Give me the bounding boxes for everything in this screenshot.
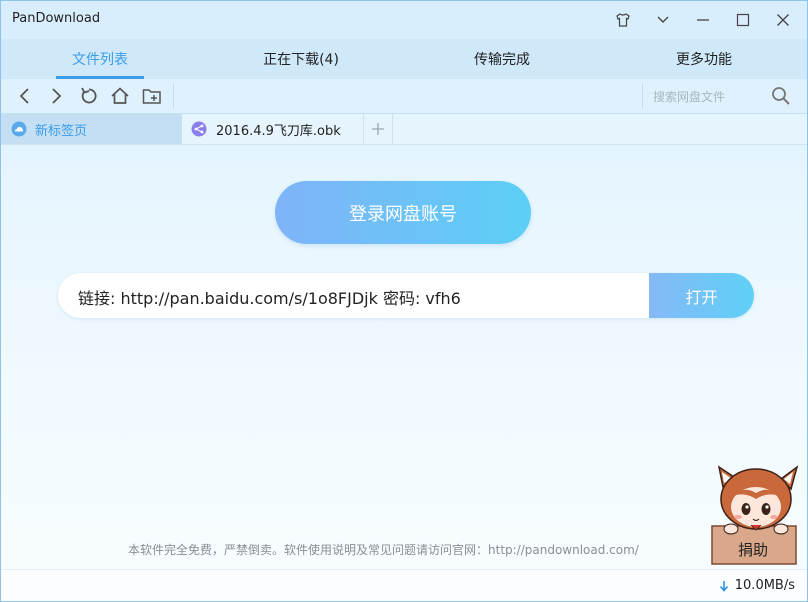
tab-downloading[interactable]: 正在下载(4): [251, 39, 351, 79]
back-arrow-icon[interactable]: [13, 85, 37, 107]
home-icon[interactable]: [108, 85, 132, 107]
minimize-icon[interactable]: [689, 7, 717, 33]
title-bar: PanDownload: [1, 1, 807, 39]
tab-divider: [392, 114, 393, 144]
search-input[interactable]: [651, 85, 765, 109]
page-tab-bar: 新标签页 2016.4.9飞刀库.obk: [1, 114, 807, 145]
share-link-input[interactable]: [76, 273, 650, 318]
page-tab-label: 新标签页: [35, 123, 88, 139]
cloud-icon: [11, 121, 27, 137]
app-window: PanDownload 文件列表 正在下载(4) 传输完成 更多功能 搜索网盘文…: [0, 0, 808, 602]
share-icon: [191, 121, 207, 137]
login-button[interactable]: 登录网盘账号: [275, 181, 531, 244]
tab-file-list[interactable]: 文件列表: [56, 39, 144, 79]
forward-arrow-icon[interactable]: [44, 85, 68, 107]
chevron-down-icon[interactable]: [649, 7, 677, 33]
donate-button[interactable]: 捐助: [712, 534, 794, 566]
plus-icon: [372, 123, 384, 135]
refresh-icon[interactable]: [77, 85, 101, 107]
page-tab-file[interactable]: 2016.4.9飞刀库.obk: [183, 114, 363, 144]
tab-more-features[interactable]: 更多功能: [659, 39, 749, 79]
download-arrow-icon: [719, 580, 728, 592]
maximize-icon[interactable]: [729, 7, 757, 33]
page-tab-new[interactable]: 新标签页: [1, 114, 182, 144]
open-button[interactable]: 打开: [649, 273, 754, 318]
search-icon[interactable]: [771, 86, 793, 108]
footer-notice: 本软件完全免费，严禁倒卖。软件使用说明及常见问题请访问官网：http://pan…: [128, 543, 639, 557]
speed-value: 10.0MB/s: [734, 578, 795, 593]
status-bar: 10.0MB/s: [1, 569, 807, 601]
toolbar-divider: [642, 83, 643, 109]
tab-divider: [363, 114, 364, 144]
toolbar-divider: [173, 83, 174, 109]
tab-completed[interactable]: 传输完成: [456, 39, 548, 79]
app-title: PanDownload: [12, 11, 101, 26]
new-folder-icon[interactable]: [140, 85, 164, 107]
share-link-bar: 打开: [58, 273, 754, 318]
page-tab-label: 2016.4.9飞刀库.obk: [216, 123, 341, 139]
add-tab-button[interactable]: [365, 114, 391, 144]
toolbar: [1, 79, 807, 114]
download-speed: 10.0MB/s: [719, 578, 795, 593]
main-nav: 文件列表 正在下载(4) 传输完成 更多功能: [1, 39, 807, 79]
shirt-icon[interactable]: [609, 7, 637, 33]
close-icon[interactable]: [769, 7, 797, 33]
